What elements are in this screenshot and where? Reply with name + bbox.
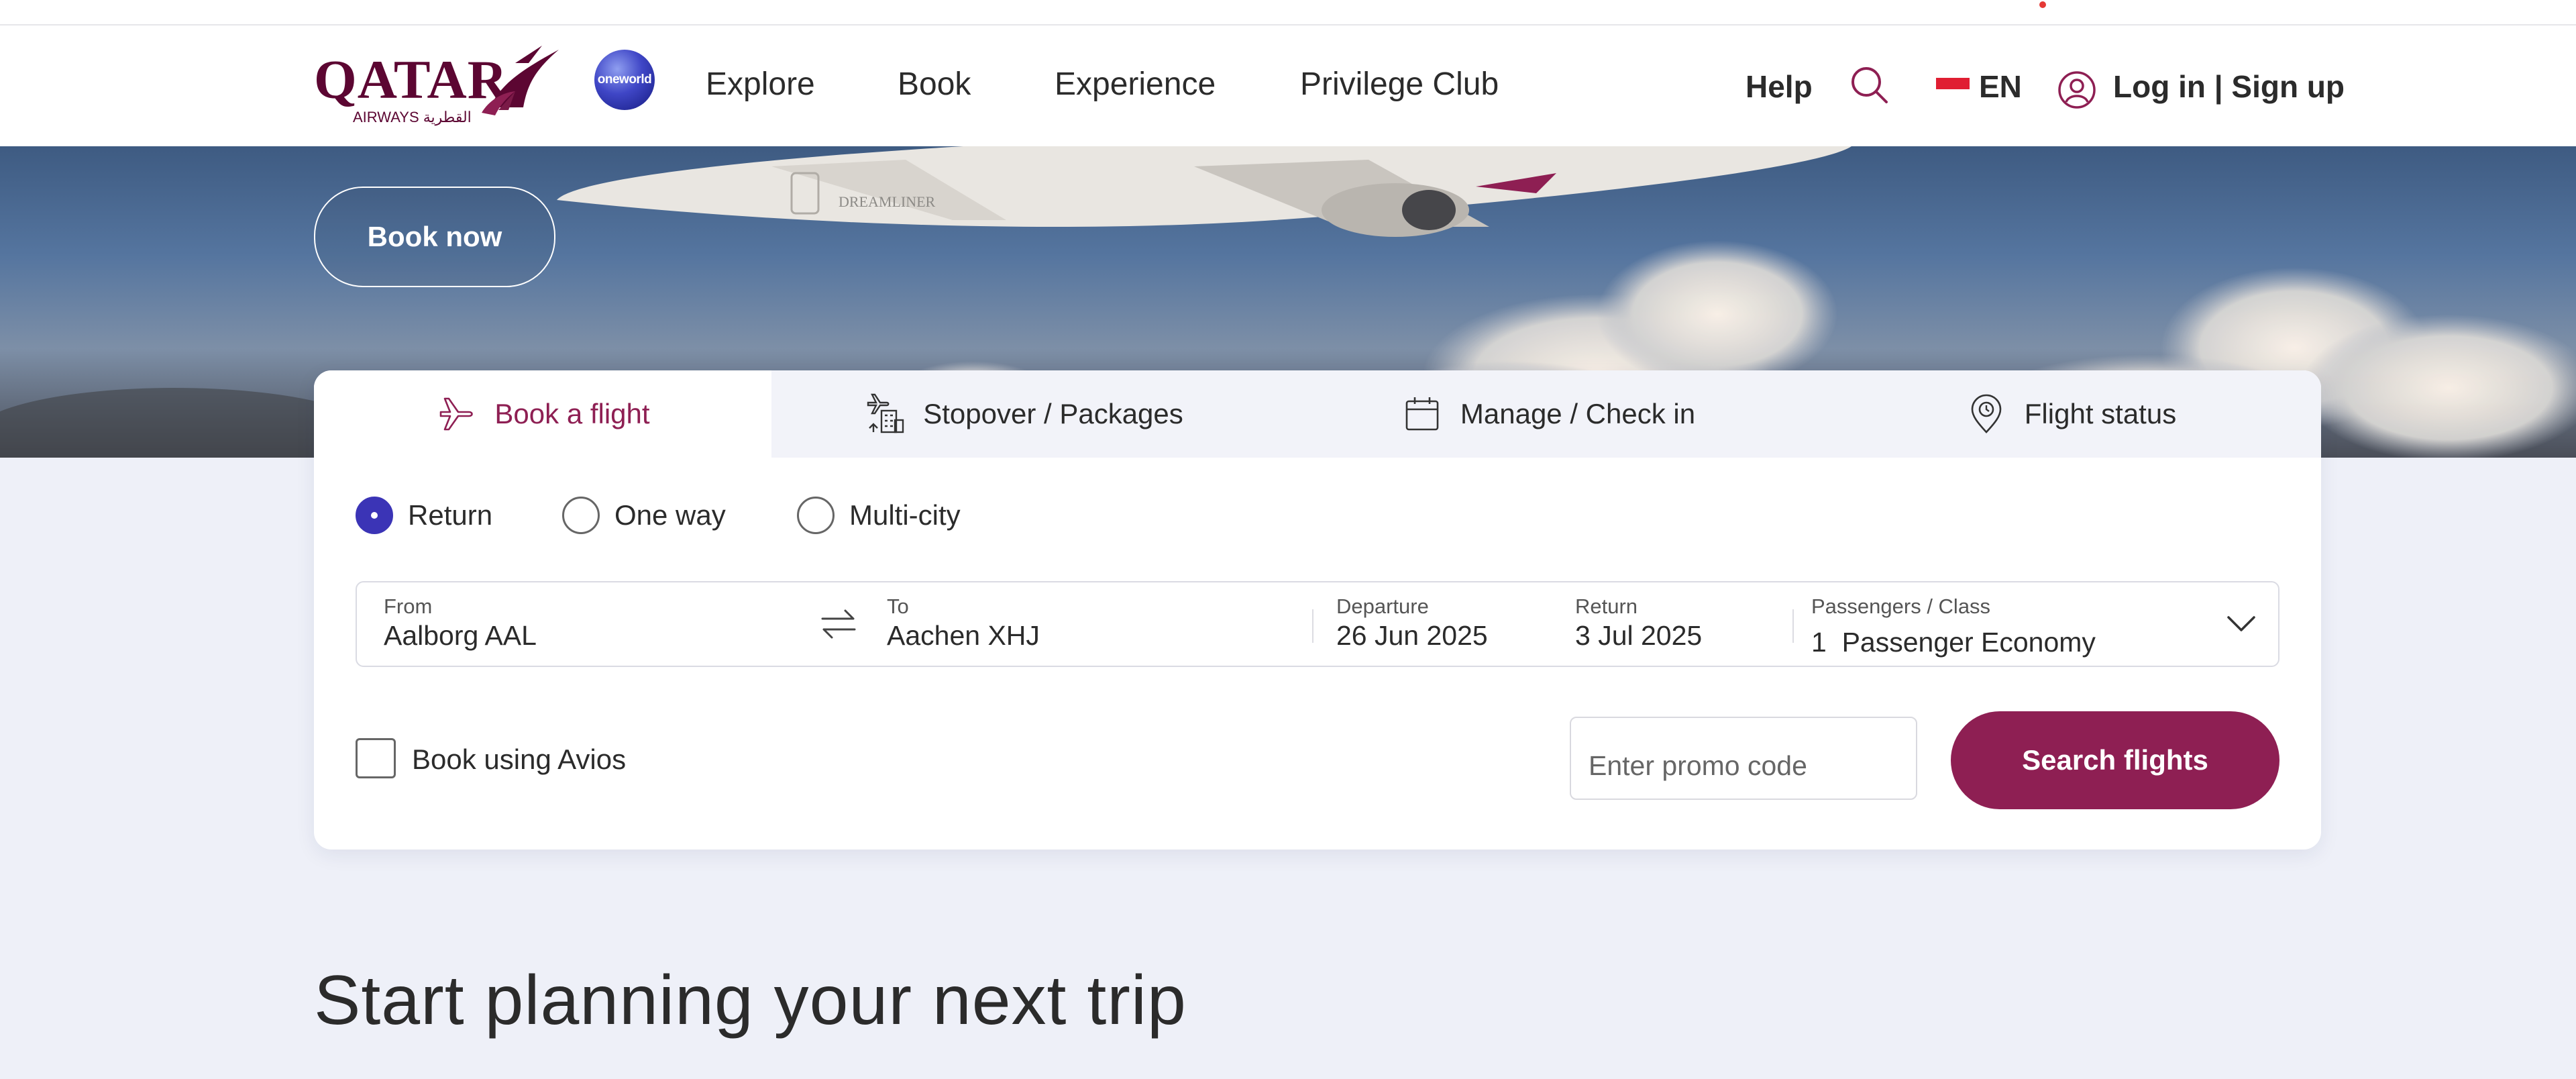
radio-label: Multi-city	[849, 499, 961, 531]
trip-type-one-way[interactable]: One way	[562, 497, 726, 534]
nav-experience[interactable]: Experience	[1055, 66, 1216, 103]
tab-manage-check-in[interactable]: Manage / Check in	[1276, 370, 1821, 458]
radio-one-way[interactable]	[562, 497, 600, 534]
radio-return[interactable]	[356, 497, 393, 534]
qatar-airways-logo[interactable]: QATAR AIRWAYS القطرية	[314, 43, 564, 137]
calendar-icon	[1405, 397, 1439, 431]
avios-label[interactable]: Book using Avios	[412, 743, 626, 776]
from-label: From	[384, 595, 433, 618]
tab-label: Book a flight	[494, 398, 650, 429]
stopover-icon	[867, 393, 904, 433]
flag-icon[interactable]	[1936, 78, 1970, 101]
return-value[interactable]: 3 Jul 2025	[1575, 620, 1702, 652]
from-value[interactable]: Aalborg AAL	[384, 620, 537, 652]
oneworld-text: oneworld	[597, 72, 652, 87]
to-label: To	[887, 595, 909, 618]
nav-explore[interactable]: Explore	[706, 66, 815, 103]
plane-icon	[440, 397, 474, 431]
search-icon[interactable]	[1847, 63, 1892, 107]
user-icon[interactable]	[2057, 70, 2097, 110]
passengers-value[interactable]: 1 Passenger Economy	[1811, 627, 2096, 658]
tab-stopover-packages[interactable]: Stopover / Packages	[771, 370, 1276, 458]
nav-privilege-club[interactable]: Privilege Club	[1300, 66, 1499, 103]
search-flights-button[interactable]: Search flights	[1951, 711, 2279, 809]
booking-tabs: Book a flight Stopover / Packages Manage…	[314, 370, 2321, 458]
logo-text: QATAR	[314, 49, 508, 110]
location-pin-icon	[1971, 394, 2002, 433]
avios-checkbox[interactable]	[356, 738, 396, 778]
to-value[interactable]: Aachen XHJ	[887, 620, 1040, 652]
nav-book[interactable]: Book	[898, 66, 971, 103]
help-link[interactable]: Help	[1746, 68, 1813, 105]
tab-label: Flight status	[2024, 398, 2177, 429]
section-title: Start planning your next trip	[314, 962, 1187, 1039]
login-signup-link[interactable]: Log in | Sign up	[2113, 68, 2345, 105]
trip-type-return[interactable]: Return	[356, 497, 492, 534]
logo-subtext: AIRWAYS القطرية	[353, 109, 472, 126]
booking-widget: Book a flight Stopover / Packages Manage…	[314, 370, 2321, 850]
dreamliner-marking: DREAMLINER	[839, 193, 936, 210]
divider	[1312, 609, 1313, 643]
tab-flight-status[interactable]: Flight status	[1821, 370, 2321, 458]
divider	[1792, 609, 1794, 643]
top-strip	[0, 0, 2576, 25]
radio-label: One way	[614, 499, 726, 531]
departure-value[interactable]: 26 Jun 2025	[1336, 620, 1488, 652]
tab-label: Manage / Check in	[1460, 398, 1696, 429]
passengers-label: Passengers / Class	[1811, 595, 1991, 618]
aircraft: DREAMLINER	[557, 146, 1851, 237]
book-now-button[interactable]: Book now	[314, 187, 555, 287]
swap-icon[interactable]	[818, 605, 859, 643]
tab-label: Stopover / Packages	[923, 398, 1183, 429]
trip-type-multi-city[interactable]: Multi-city	[797, 497, 961, 534]
tab-book-a-flight[interactable]: Book a flight	[314, 370, 771, 458]
radio-label: Return	[408, 499, 493, 531]
search-fields: From Aalborg AAL To Aachen XHJ Departure…	[356, 581, 2279, 667]
return-label: Return	[1575, 595, 1638, 618]
promo-code-input[interactable]	[1570, 717, 1917, 800]
chevron-down-icon[interactable]	[2224, 612, 2258, 636]
site-header: QATAR AIRWAYS القطرية oneworld Explore B…	[0, 25, 2576, 146]
notification-dot	[2039, 1, 2046, 8]
departure-label: Departure	[1336, 595, 1429, 618]
oneworld-logo[interactable]: oneworld	[594, 50, 655, 110]
radio-multi-city[interactable]	[797, 497, 835, 534]
language-selector[interactable]: EN	[1979, 68, 2022, 105]
